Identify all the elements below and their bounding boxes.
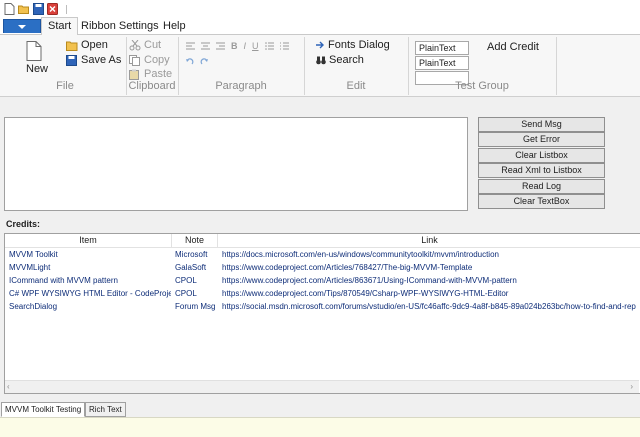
tab-ribbon-settings[interactable]: Ribbon Settings [81, 20, 159, 32]
tab-rich-text[interactable]: Rich Text [85, 402, 126, 417]
paste-button[interactable]: Paste [129, 68, 172, 80]
ribbon-group-clipboard: Cut Copy Paste Clipboard [126, 37, 179, 95]
paragraph-formatting-row: B I U [186, 41, 289, 51]
note-cell: CPOL [175, 276, 197, 285]
send-msg-button[interactable]: Send Msg [478, 117, 605, 132]
item-cell: C# WPF WYSIWYG HTML Editor - CodeProject [9, 289, 171, 298]
item-cell: ICommand with MVVM pattern [9, 276, 118, 285]
open-button[interactable]: Open [66, 39, 108, 51]
ribbon-group-test: PlainText PlainText Add Credit Test Grou… [408, 37, 557, 95]
italic-button[interactable]: I [244, 41, 247, 51]
link-cell: https://www.codeproject.com/Articles/768… [222, 263, 473, 272]
scroll-left-icon[interactable]: ‹ [7, 381, 10, 393]
tab-mvvm-toolkit-testing[interactable]: MVVM Toolkit Testing [1, 402, 86, 417]
credits-grid[interactable]: Item Note Link MVVM Toolkit Microsoft ht… [4, 233, 640, 394]
read-log-button[interactable]: Read Log [478, 179, 605, 194]
quick-access-toolbar [0, 0, 640, 18]
edit-group-label: Edit [346, 80, 366, 92]
fonts-dialog-label: Fonts Dialog [328, 39, 390, 51]
bullet-list-icon[interactable] [264, 42, 274, 50]
cut-button[interactable]: Cut [129, 39, 161, 51]
clear-textbox-button[interactable]: Clear TextBox [478, 194, 605, 209]
note-cell: Microsoft [175, 250, 208, 259]
open-label: Open [81, 39, 108, 51]
new-document-large-icon[interactable] [26, 41, 42, 61]
paste-label: Paste [144, 68, 173, 80]
new-button[interactable]: New [26, 63, 48, 75]
item-cell: MVVM Toolkit [9, 250, 58, 259]
save-as-label: Save As [81, 54, 122, 66]
item-cell: SearchDialog [9, 302, 58, 311]
status-bar [0, 417, 640, 437]
redo-icon[interactable] [200, 57, 208, 65]
save-as-button[interactable]: Save As [66, 54, 121, 66]
table-row[interactable]: ICommand with MVVM pattern CPOL https://… [5, 274, 640, 287]
arrow-right-icon [316, 41, 324, 49]
binoculars-icon [316, 56, 326, 64]
plaintext-textbox-2[interactable]: PlainText [415, 56, 469, 70]
align-left-icon[interactable] [186, 42, 195, 50]
column-header-note[interactable]: Note [172, 234, 218, 248]
open-folder-icon[interactable] [18, 3, 29, 15]
ribbon-panel: New Open Save As File Cut Copy Paste Cli… [0, 35, 640, 97]
table-row[interactable]: SearchDialog Forum Msg https://social.ms… [5, 300, 640, 313]
undo-icon[interactable] [186, 57, 194, 65]
numbered-list-icon[interactable] [279, 42, 289, 50]
plaintext-textbox-1[interactable]: PlainText [415, 41, 469, 55]
horizontal-scrollbar[interactable]: ‹ › [5, 380, 639, 393]
copy-label: Copy [144, 54, 170, 66]
search-label: Search [329, 54, 364, 66]
close-icon[interactable] [47, 3, 58, 15]
undo-redo-row [186, 57, 208, 65]
toolbar-separator [66, 5, 67, 14]
item-cell: MVVMLight [9, 263, 51, 272]
new-document-icon[interactable] [4, 3, 15, 15]
table-row[interactable]: MVVM Toolkit Microsoft https://docs.micr… [5, 248, 640, 261]
scroll-right-icon[interactable]: › [630, 381, 633, 393]
tab-help[interactable]: Help [163, 20, 186, 32]
file-group-label: File [56, 80, 74, 92]
copy-button[interactable]: Copy [129, 54, 170, 66]
paragraph-group-label: Paragraph [215, 80, 267, 92]
align-center-icon[interactable] [201, 42, 210, 50]
clipboard-group-label: Clipboard [128, 80, 176, 92]
underline-button[interactable]: U [252, 41, 259, 51]
save-icon [66, 54, 77, 66]
clear-listbox-button[interactable]: Clear Listbox [478, 148, 605, 163]
table-row[interactable]: C# WPF WYSIWYG HTML Editor - CodeProject… [5, 287, 640, 300]
search-button[interactable]: Search [316, 54, 364, 66]
note-cell: GalaSoft [175, 263, 207, 272]
bold-button[interactable]: B [231, 41, 238, 51]
fonts-dialog-button[interactable]: Fonts Dialog [316, 39, 390, 51]
link-cell: https://www.codeproject.com/Articles/863… [222, 276, 517, 285]
link-cell: https://docs.microsoft.com/en-us/windows… [222, 250, 499, 259]
application-menu-button[interactable] [3, 19, 41, 33]
get-error-button[interactable]: Get Error [478, 132, 605, 147]
save-icon[interactable] [33, 3, 44, 15]
copy-icon [129, 54, 140, 66]
note-cell: CPOL [175, 289, 197, 298]
ribbon-group-edit: Fonts Dialog Search Edit [304, 37, 409, 95]
test-group-label: Test Group [455, 80, 509, 92]
open-folder-icon [66, 41, 78, 51]
note-cell: Forum Msg [175, 302, 216, 311]
ribbon-tab-row: Start Ribbon Settings Help [0, 17, 640, 37]
chevron-down-icon [18, 25, 26, 29]
table-row[interactable]: MVVMLight GalaSoft https://www.codeproje… [5, 261, 640, 274]
ribbon-group-file: New Open Save As File [4, 37, 127, 95]
read-xml-to-listbox-button[interactable]: Read Xml to Listbox [478, 163, 605, 178]
scissors-icon [129, 39, 141, 50]
credits-label: Credits: [6, 219, 41, 229]
column-header-item[interactable]: Item [5, 234, 172, 248]
ribbon-group-paragraph: B I U Paragraph [178, 37, 305, 95]
paste-icon [129, 69, 139, 80]
tab-start[interactable]: Start [41, 17, 79, 37]
link-cell: https://www.codeproject.com/Tips/870549/… [222, 289, 509, 298]
column-header-link[interactable]: Link [218, 234, 640, 248]
align-right-icon[interactable] [216, 42, 225, 50]
cut-label: Cut [144, 39, 162, 51]
output-textbox[interactable] [4, 117, 468, 211]
add-credit-button[interactable]: Add Credit [487, 41, 539, 53]
link-cell: https://social.msdn.microsoft.com/forums… [222, 302, 636, 311]
